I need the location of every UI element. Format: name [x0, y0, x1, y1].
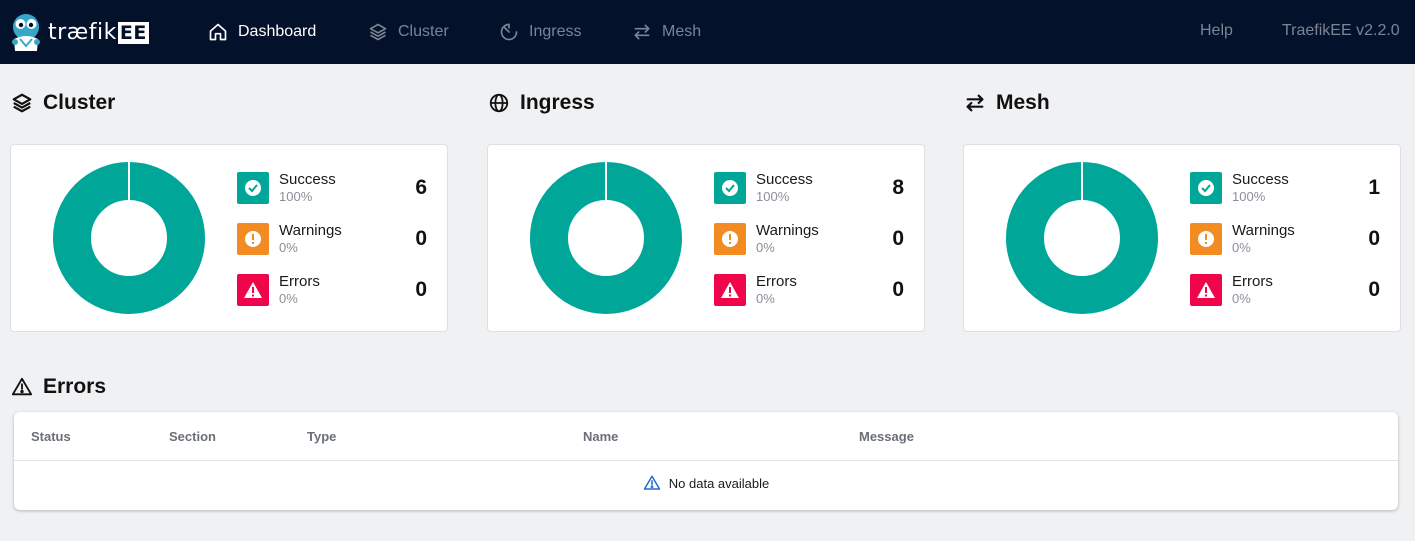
traefik-logo[interactable]: træfik EE	[10, 10, 149, 54]
stat-count: 0	[892, 227, 904, 250]
cluster-section-title: Cluster	[11, 91, 115, 115]
stat-percent: 0%	[279, 240, 298, 255]
stat-count: 0	[415, 227, 427, 250]
stat-percent: 100%	[1232, 189, 1266, 204]
cluster-donut-chart	[53, 162, 205, 314]
stat-count: 0	[892, 278, 904, 301]
column-header-section[interactable]: Section	[169, 429, 216, 444]
logo-wordmark: træfik EE	[48, 19, 149, 45]
warnings-stat: Warnings 0% 0	[1190, 222, 1380, 256]
empty-state: No data available	[14, 474, 1398, 492]
stat-percent: 0%	[756, 291, 775, 306]
stat-count: 0	[1368, 227, 1380, 250]
stat-label: Errors	[756, 273, 797, 290]
errors-table: Status Section Type Name Message No data…	[14, 412, 1398, 510]
ingress-donut-chart	[530, 162, 682, 314]
nav-cluster[interactable]: Cluster	[368, 0, 449, 64]
nav-ingress[interactable]: Ingress	[499, 0, 581, 64]
nav-mesh[interactable]: Mesh	[632, 0, 701, 64]
warnings-stat: Warnings 0% 0	[237, 222, 427, 256]
warning-triangle-icon	[1190, 274, 1222, 306]
mesh-donut-chart	[1006, 162, 1158, 314]
gauge-icon	[500, 23, 518, 41]
ingress-section-title: Ingress	[488, 91, 595, 115]
swap-arrows-icon	[966, 94, 984, 112]
mesh-title-text: Mesh	[996, 91, 1050, 114]
exclamation-circle-icon	[237, 223, 269, 255]
top-navbar: træfik EE Dashboard Cluster Ingress Mesh …	[0, 0, 1415, 64]
column-header-status[interactable]: Status	[31, 429, 71, 444]
globe-icon	[489, 93, 509, 113]
errors-section-title: Errors	[11, 375, 106, 399]
stat-percent: 100%	[756, 189, 790, 204]
column-header-name[interactable]: Name	[583, 429, 618, 444]
errors-stat: Errors 0% 0	[1190, 273, 1380, 307]
ingress-title-text: Ingress	[520, 91, 595, 114]
table-header-divider	[14, 460, 1398, 461]
warning-triangle-icon	[237, 274, 269, 306]
exclamation-circle-icon	[1190, 223, 1222, 255]
check-icon	[714, 172, 746, 204]
logo-ee-badge: EE	[117, 21, 149, 44]
layers-icon	[369, 23, 387, 41]
stat-label: Warnings	[279, 222, 342, 239]
warnings-stat: Warnings 0% 0	[714, 222, 904, 256]
help-link[interactable]: Help	[1200, 22, 1233, 40]
cluster-title-text: Cluster	[43, 91, 116, 114]
column-header-message[interactable]: Message	[859, 429, 914, 444]
stat-label: Warnings	[1232, 222, 1295, 239]
exclamation-circle-icon	[714, 223, 746, 255]
stat-percent: 0%	[756, 240, 775, 255]
stat-percent: 0%	[1232, 291, 1251, 306]
warning-triangle-icon	[643, 475, 661, 490]
version-label: TraefikEE v2.2.0	[1282, 22, 1400, 39]
check-icon	[237, 172, 269, 204]
stat-count: 0	[415, 278, 427, 301]
mesh-status-card: Success 100% 1 Warnings 0% 0 Errors 0% 0	[963, 144, 1401, 332]
stat-label: Success	[1232, 171, 1289, 188]
mesh-section-title: Mesh	[964, 91, 1050, 115]
stat-count: 1	[1368, 176, 1380, 199]
stat-label: Errors	[1232, 273, 1273, 290]
nav-dashboard-label: Dashboard	[238, 23, 317, 40]
stat-count: 6	[415, 176, 427, 199]
errors-stat: Errors 0% 0	[237, 273, 427, 307]
check-icon	[1190, 172, 1222, 204]
errors-stat: Errors 0% 0	[714, 273, 904, 307]
stat-count: 0	[1368, 278, 1380, 301]
stat-label: Errors	[279, 273, 320, 290]
layers-icon	[12, 93, 32, 113]
success-stat: Success 100% 6	[237, 171, 427, 205]
stat-label: Success	[756, 171, 813, 188]
stat-count: 8	[892, 176, 904, 199]
warning-triangle-icon	[11, 377, 33, 396]
column-header-type[interactable]: Type	[307, 429, 336, 444]
swap-arrows-icon	[634, 24, 650, 40]
stat-percent: 0%	[279, 291, 298, 306]
warning-triangle-icon	[714, 274, 746, 306]
nav-cluster-label: Cluster	[398, 23, 449, 40]
cluster-status-card: Success 100% 6 Warnings 0% 0 Errors 0% 0	[10, 144, 448, 332]
stat-label: Success	[279, 171, 336, 188]
success-stat: Success 100% 1	[1190, 171, 1380, 205]
stat-percent: 100%	[279, 189, 313, 204]
home-icon	[209, 23, 227, 41]
stat-label: Warnings	[756, 222, 819, 239]
stat-percent: 0%	[1232, 240, 1251, 255]
nav-mesh-label: Mesh	[662, 23, 702, 40]
nav-ingress-label: Ingress	[529, 23, 582, 40]
gopher-mascot-icon	[10, 11, 42, 53]
nav-dashboard[interactable]: Dashboard	[208, 0, 316, 64]
success-stat: Success 100% 8	[714, 171, 904, 205]
ingress-status-card: Success 100% 8 Warnings 0% 0 Errors 0% 0	[487, 144, 925, 332]
empty-state-text: No data available	[668, 475, 770, 491]
errors-title-text: Errors	[43, 375, 107, 398]
